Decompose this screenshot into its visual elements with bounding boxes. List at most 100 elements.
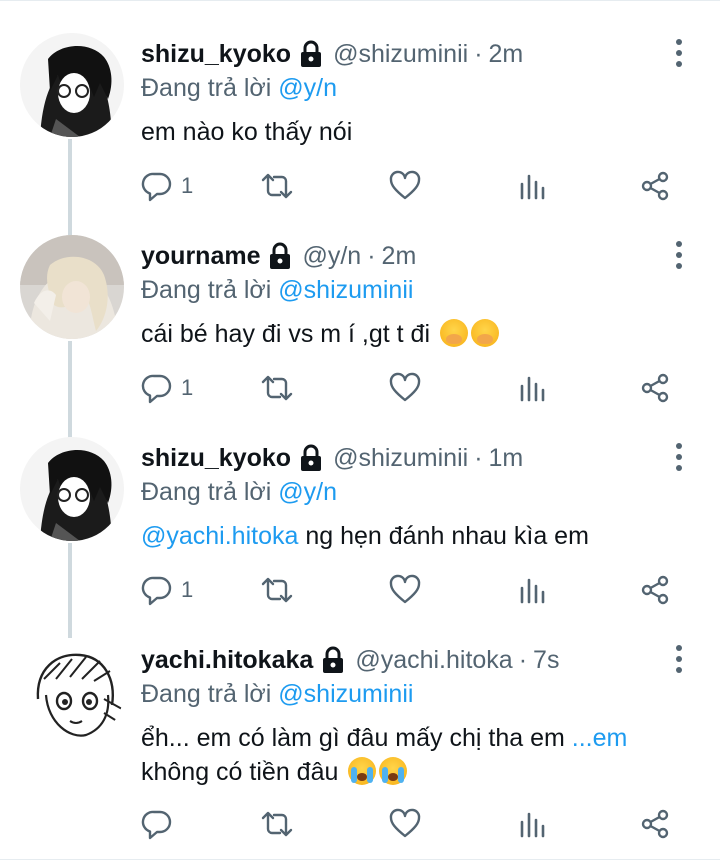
- more-vertical-icon[interactable]: [674, 443, 684, 471]
- avatar[interactable]: [20, 235, 124, 339]
- display-name[interactable]: shizu_kyoko: [141, 444, 291, 473]
- replying-to-link[interactable]: @y/n: [278, 74, 337, 102]
- timestamp[interactable]: 2m: [489, 40, 524, 69]
- reply-icon: [141, 810, 172, 840]
- share-icon: [641, 809, 669, 839]
- replying-to-label: Đang trả lời: [141, 478, 272, 506]
- replying-to: Đang trả lời @shizuminii: [141, 273, 690, 307]
- face-with-hand-over-mouth-emoji: [470, 319, 499, 347]
- reply-button[interactable]: [141, 806, 181, 842]
- tweet[interactable]: yourname @y/n · 2m Đang trả lời @shizumi…: [0, 203, 720, 413]
- lock-icon: [321, 646, 345, 674]
- lock-icon: [299, 40, 323, 68]
- lock-icon: [268, 242, 292, 270]
- retweet-icon: [261, 577, 293, 603]
- replying-to-label: Đang trả lời: [141, 74, 272, 102]
- share-button[interactable]: [639, 572, 671, 608]
- retweet-button[interactable]: [259, 806, 295, 842]
- tweet-text: @yachi.hitoka ng hẹn đánh nhau kìa em: [141, 519, 690, 553]
- tweet-header: shizu_kyoko @shizuminii · 2m: [141, 37, 690, 71]
- timestamp[interactable]: 2m: [382, 242, 417, 271]
- replying-to: Đang trả lời @y/n: [141, 71, 690, 105]
- tweet[interactable]: shizu_kyoko @shizuminii · 2m Đang trả lờ…: [0, 1, 720, 211]
- replying-to-link[interactable]: @y/n: [278, 478, 337, 506]
- replying-to: Đang trả lời @y/n: [141, 475, 690, 509]
- reply-button[interactable]: 1: [141, 168, 193, 204]
- replying-to-label: Đang trả lời: [141, 680, 272, 708]
- tweet-actions: 1: [141, 572, 681, 608]
- retweet-button[interactable]: [259, 572, 295, 608]
- share-icon: [641, 373, 669, 403]
- reply-button[interactable]: 1: [141, 370, 193, 406]
- avatar[interactable]: [20, 33, 124, 137]
- mention-link[interactable]: @yachi.hitoka: [141, 522, 298, 550]
- share-button[interactable]: [639, 806, 671, 842]
- more-vertical-icon[interactable]: [674, 241, 684, 269]
- like-button[interactable]: [388, 572, 422, 608]
- separator-dot: ·: [474, 443, 483, 472]
- tweet-text-line-2: không có tiền đâu: [141, 755, 690, 789]
- share-button[interactable]: [639, 370, 671, 406]
- reply-icon: [141, 172, 172, 202]
- separator-dot: ·: [474, 39, 483, 68]
- loudly-crying-face-emoji: [379, 757, 408, 785]
- user-handle[interactable]: @shizuminii: [333, 444, 468, 473]
- timestamp[interactable]: 1m: [489, 444, 524, 473]
- more-vertical-icon[interactable]: [674, 645, 684, 673]
- face-with-hand-over-mouth-emoji: [439, 319, 468, 347]
- like-button[interactable]: [388, 370, 422, 406]
- reply-button[interactable]: 1: [141, 572, 193, 608]
- replying-to-label: Đang trả lời: [141, 276, 272, 304]
- avatar[interactable]: [20, 639, 124, 743]
- retweet-icon: [261, 811, 293, 837]
- user-handle[interactable]: @shizuminii: [333, 40, 468, 69]
- tweet-text-body: cái bé hay đi vs m í ,gt t đi: [141, 320, 431, 348]
- analytics-icon: [520, 812, 545, 838]
- tweet-actions: [141, 806, 681, 842]
- tweet-header: shizu_kyoko @shizuminii · 1m: [141, 441, 690, 475]
- tweet-text: ểh... em có làm gì đâu mấy chị tha em ..…: [141, 721, 690, 755]
- retweet-button[interactable]: [259, 370, 295, 406]
- analytics-button[interactable]: [518, 370, 546, 406]
- user-handle[interactable]: @yachi.hitoka: [355, 646, 512, 675]
- more-vertical-icon[interactable]: [674, 39, 684, 67]
- analytics-button[interactable]: [518, 806, 546, 842]
- display-name[interactable]: shizu_kyoko: [141, 40, 291, 69]
- tweet-text-body-2: không có tiền đâu: [141, 758, 339, 786]
- heart-icon: [389, 808, 421, 838]
- analytics-button[interactable]: [518, 572, 546, 608]
- like-button[interactable]: [388, 168, 422, 204]
- analytics-icon: [520, 578, 545, 604]
- tweet-text-body: ng hẹn đánh nhau kìa em: [298, 522, 589, 550]
- loudly-crying-face-emoji: [348, 757, 377, 785]
- avatar[interactable]: [20, 437, 124, 541]
- share-button[interactable]: [639, 168, 671, 204]
- like-button[interactable]: [388, 806, 422, 842]
- reply-count: 1: [181, 577, 194, 602]
- analytics-button[interactable]: [518, 168, 546, 204]
- show-more-link[interactable]: ...em: [572, 724, 628, 752]
- replying-to: Đang trả lời @shizuminii: [141, 677, 690, 711]
- tweet[interactable]: shizu_kyoko @shizuminii · 1m Đang trả lờ…: [0, 405, 720, 615]
- separator-dot: ·: [367, 241, 376, 270]
- display-name[interactable]: yourname: [141, 242, 260, 271]
- reply-icon: [141, 576, 172, 606]
- heart-icon: [389, 574, 421, 604]
- tweet-text: cái bé hay đi vs m í ,gt t đi: [141, 317, 690, 351]
- share-icon: [641, 575, 669, 605]
- analytics-icon: [520, 376, 545, 402]
- user-handle[interactable]: @y/n: [302, 242, 361, 271]
- lock-icon: [299, 444, 323, 472]
- replying-to-link[interactable]: @shizuminii: [278, 276, 413, 304]
- retweet-button[interactable]: [259, 168, 295, 204]
- tweet-header: yourname @y/n · 2m: [141, 239, 690, 273]
- tweet-header: yachi.hitokaka @yachi.hitoka · 7s: [141, 643, 690, 677]
- separator-dot: ·: [518, 645, 528, 674]
- replying-to-link[interactable]: @shizuminii: [278, 680, 413, 708]
- retweet-icon: [261, 375, 293, 401]
- reply-thread: shizu_kyoko @shizuminii · 2m Đang trả lờ…: [0, 0, 720, 860]
- timestamp[interactable]: 7s: [533, 646, 559, 675]
- tweet[interactable]: yachi.hitokaka @yachi.hitoka · 7s Đang t…: [0, 607, 720, 860]
- reply-count: 1: [181, 173, 194, 198]
- display-name[interactable]: yachi.hitokaka: [141, 646, 313, 675]
